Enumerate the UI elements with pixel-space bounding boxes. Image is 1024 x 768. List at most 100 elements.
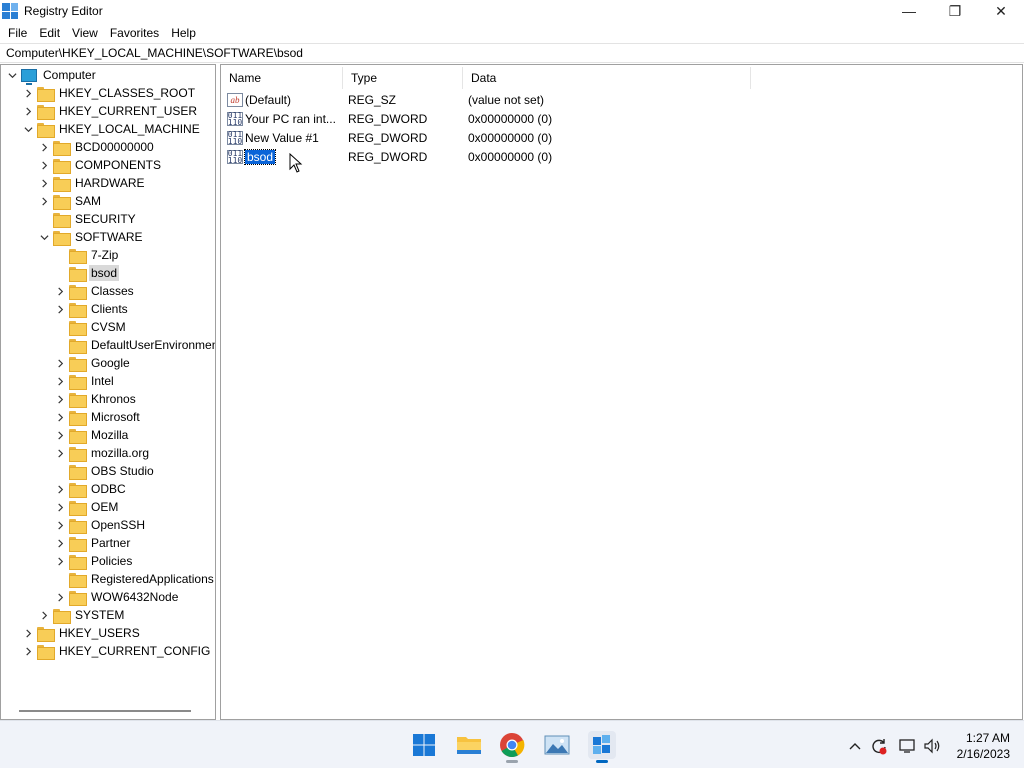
chevron-right-icon[interactable]: [37, 608, 51, 622]
tree-node-hkey-local-machine[interactable]: HKEY_LOCAL_MACHINE: [21, 120, 202, 138]
chevron-right-icon[interactable]: [53, 392, 67, 406]
tree-node-obs-studio[interactable]: OBS Studio: [53, 462, 156, 480]
tree-node-registeredapplications[interactable]: RegisteredApplications: [53, 570, 215, 588]
horizontal-scrollbar[interactable]: [19, 710, 191, 712]
chevron-right-icon[interactable]: [53, 356, 67, 370]
chevron-right-icon[interactable]: [53, 428, 67, 442]
folder-icon: [69, 266, 87, 282]
folder-icon: [37, 104, 55, 120]
show-hidden-icons-chevron-icon[interactable]: [844, 735, 866, 757]
tree-node-clients[interactable]: Clients: [53, 300, 130, 318]
file-explorer-icon[interactable]: [455, 731, 483, 759]
chevron-right-icon[interactable]: [53, 374, 67, 388]
chevron-down-icon[interactable]: [37, 230, 51, 244]
tree-node-bcd00000000[interactable]: BCD00000000: [37, 138, 156, 156]
column-header-data[interactable]: Data: [463, 67, 751, 89]
folder-icon: [53, 140, 71, 156]
tree-node-wow6432node[interactable]: WOW6432Node: [53, 588, 180, 606]
tree-node-google[interactable]: Google: [53, 354, 132, 372]
tree-node-openssh[interactable]: OpenSSH: [53, 516, 147, 534]
chevron-right-icon[interactable]: [53, 284, 67, 298]
chevron-right-icon[interactable]: [53, 518, 67, 532]
chevron-right-icon[interactable]: [37, 194, 51, 208]
close-button[interactable]: ✕: [978, 0, 1024, 22]
windows-start-icon[interactable]: [410, 731, 438, 759]
tree-node-7-zip[interactable]: 7-Zip: [53, 246, 120, 264]
values-list[interactable]: Name Type Data ab (Default) REG_SZ (value n…: [220, 64, 1023, 720]
chevron-right-icon[interactable]: [21, 644, 35, 658]
chevron-right-icon[interactable]: [21, 104, 35, 118]
tree-node-oem[interactable]: OEM: [53, 498, 120, 516]
chevron-right-icon[interactable]: [21, 86, 35, 100]
chevron-right-icon[interactable]: [53, 536, 67, 550]
registry-editor-taskbar-icon[interactable]: [588, 731, 616, 763]
tree-node-security[interactable]: SECURITY: [37, 210, 138, 228]
tree-node-hkey-users[interactable]: HKEY_USERS: [21, 624, 142, 642]
chevron-right-icon[interactable]: [53, 554, 67, 568]
tree-node-cvsm[interactable]: CVSM: [53, 318, 128, 336]
table-row[interactable]: ab (Default) REG_SZ (value not set): [221, 91, 781, 109]
tree-node-label: OBS Studio: [91, 464, 154, 478]
address-bar[interactable]: Computer\HKEY_LOCAL_MACHINE\SOFTWARE\bso…: [0, 43, 1024, 63]
tree-node-label: COMPONENTS: [75, 158, 162, 172]
photos-icon[interactable]: [543, 731, 571, 759]
tree-node-software[interactable]: SOFTWARE: [37, 228, 145, 246]
tree-node-bsod[interactable]: bsod: [53, 264, 120, 282]
column-header-type[interactable]: Type: [343, 67, 463, 89]
tree-node-intel[interactable]: Intel: [53, 372, 116, 390]
tree-node-microsoft[interactable]: Microsoft: [53, 408, 142, 426]
column-header-name[interactable]: Name: [221, 67, 343, 89]
minimize-button[interactable]: —: [886, 0, 932, 22]
tree-node-components[interactable]: COMPONENTS: [37, 156, 163, 174]
tree-node-hkey-classes-root[interactable]: HKEY_CLASSES_ROOT: [21, 84, 197, 102]
tree-node-label: Khronos: [91, 392, 136, 406]
tree-node-label: Microsoft: [91, 410, 140, 424]
menu-favorites[interactable]: Favorites: [104, 26, 165, 40]
menu-edit[interactable]: Edit: [33, 26, 66, 40]
chevron-right-icon[interactable]: [37, 176, 51, 190]
string-value-icon: ab: [227, 93, 243, 107]
tree-node-mozilla-org[interactable]: mozilla.org: [53, 444, 151, 462]
tree-node-label: OpenSSH: [91, 518, 146, 532]
volume-icon[interactable]: [921, 735, 943, 757]
chrome-icon[interactable]: [498, 731, 526, 763]
tree-node-odbc[interactable]: ODBC: [53, 480, 128, 498]
tree-node-defaultuserenvironment[interactable]: DefaultUserEnvironment: [53, 336, 215, 354]
tree-node-hkey-current-user[interactable]: HKEY_CURRENT_USER: [21, 102, 199, 120]
table-row[interactable]: 011 110 bsod REG_DWORD 0x00000000 (0): [221, 148, 781, 166]
chevron-right-icon[interactable]: [53, 590, 67, 604]
chevron-right-icon[interactable]: [53, 482, 67, 496]
key-tree[interactable]: Computer HKEY_CLASSES_ROOT HKEY_CURRENT_US…: [0, 64, 216, 720]
chevron-right-icon[interactable]: [53, 410, 67, 424]
tree-node-computer[interactable]: Computer: [5, 66, 98, 85]
menu-view[interactable]: View: [66, 26, 104, 40]
tree-node-hkey-current-config[interactable]: HKEY_CURRENT_CONFIG: [21, 642, 212, 660]
tree-node-system[interactable]: SYSTEM: [37, 606, 126, 624]
chevron-right-icon[interactable]: [37, 158, 51, 172]
tree-node-sam[interactable]: SAM: [37, 192, 103, 210]
maximize-button[interactable]: ❐: [932, 0, 978, 22]
chevron-right-icon[interactable]: [53, 446, 67, 460]
chevron-down-icon[interactable]: [21, 122, 35, 136]
tree-node-hardware[interactable]: HARDWARE: [37, 174, 147, 192]
tree-node-partner[interactable]: Partner: [53, 534, 132, 552]
tree-node-mozilla[interactable]: Mozilla: [53, 426, 130, 444]
tree-node-khronos[interactable]: Khronos: [53, 390, 138, 408]
table-row[interactable]: 011 110 Your PC ran int... REG_DWORD 0x0000…: [221, 110, 781, 128]
chevron-right-icon[interactable]: [37, 140, 51, 154]
folder-icon: [37, 626, 55, 642]
tree-node-policies[interactable]: Policies: [53, 552, 134, 570]
network-icon[interactable]: [897, 735, 919, 757]
tree-node-classes[interactable]: Classes: [53, 282, 136, 300]
menu-help[interactable]: Help: [165, 26, 202, 40]
chevron-right-icon[interactable]: [53, 302, 67, 316]
folder-icon: [69, 464, 87, 480]
menu-file[interactable]: File: [2, 26, 33, 40]
tree-node-label: Partner: [91, 536, 131, 550]
chevron-right-icon[interactable]: [21, 626, 35, 640]
sync-icon[interactable]: [868, 735, 890, 757]
chevron-down-icon[interactable]: [5, 68, 19, 82]
table-row[interactable]: 011 110 New Value #1 REG_DWORD 0x00000000 (…: [221, 129, 781, 147]
system-clock[interactable]: 1:27 AM 2/16/2023: [957, 730, 1010, 762]
chevron-right-icon[interactable]: [53, 500, 67, 514]
